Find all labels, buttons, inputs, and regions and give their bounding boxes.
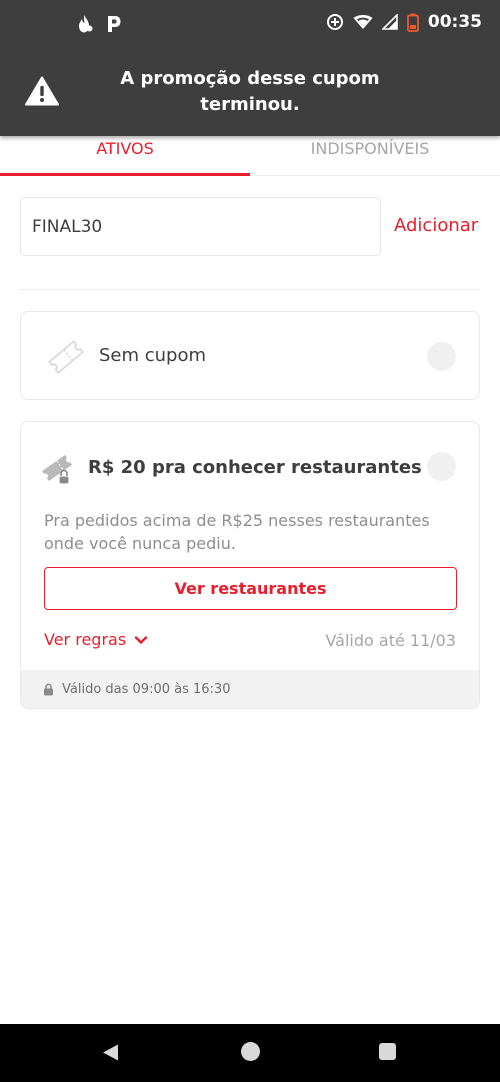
status-left-icons [74, 14, 122, 34]
data-saver-icon [326, 14, 343, 30]
no-coupon-option[interactable]: Sem cupom [20, 311, 480, 400]
no-coupon-label: Sem cupom [99, 345, 207, 366]
fire-notification-icon [79, 15, 93, 33]
coupon-title: R$ 20 pra conhecer restaurantes [88, 457, 422, 478]
parking-notification-icon [108, 16, 121, 32]
toast-message: A promoção desse cupom terminou. [120, 68, 380, 115]
valid-until-date: Válido até 11/03 [325, 631, 456, 650]
coupon-tabs: ATIVOS INDISPONÍVEIS [0, 136, 500, 176]
view-rules-link[interactable]: Ver regras [44, 630, 148, 649]
no-coupon-radio[interactable] [427, 342, 456, 371]
status-time: 00:35 [427, 12, 482, 32]
android-nav-bar [0, 1024, 500, 1082]
lock-icon [44, 683, 53, 695]
coupon-schedule: Válido das 09:00 às 16:30 [62, 681, 231, 697]
back-icon[interactable] [101, 1043, 120, 1062]
tab-active[interactable]: ATIVOS [0, 136, 250, 176]
top-banner: 00:35 A promoção desse cupom terminou. [0, 0, 500, 136]
add-coupon-button[interactable]: Adicionar [394, 215, 478, 236]
coupon-code-input[interactable] [20, 197, 381, 256]
battery-low-icon [406, 13, 419, 32]
signal-icon [381, 14, 398, 30]
coupon-radio[interactable] [427, 452, 456, 481]
ticket-lock-icon [42, 455, 72, 485]
coupon-card: R$ 20 pra conhecer restaurantes Pra pedi… [20, 421, 480, 709]
status-bar: 00:35 [0, 0, 500, 50]
wifi-icon [353, 15, 373, 29]
ticket-icon [48, 340, 84, 374]
chevron-down-icon [134, 635, 148, 644]
view-rules-label: Ver regras [44, 630, 127, 649]
coupon-schedule-footer: Válido das 09:00 às 16:30 [21, 670, 479, 708]
status-right-icons: 00:35 [326, 12, 482, 32]
view-restaurants-button[interactable]: Ver restaurantes [44, 567, 457, 610]
coupon-description: Pra pedidos acima de R$25 nesses restaur… [44, 511, 430, 553]
warning-icon [25, 76, 59, 106]
tab-unavailable[interactable]: INDISPONÍVEIS [245, 136, 495, 176]
home-icon[interactable] [241, 1042, 260, 1061]
divider [20, 289, 480, 290]
recent-apps-icon[interactable] [379, 1043, 396, 1060]
